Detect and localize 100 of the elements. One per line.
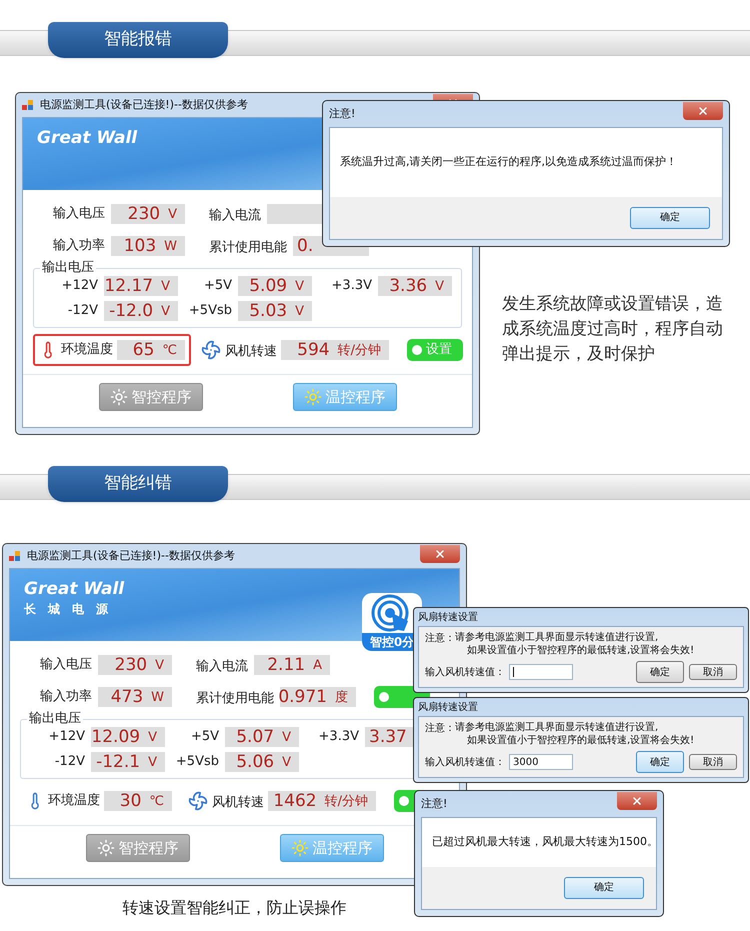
value-text: 5.07 [236,728,274,746]
window-title: 电源监测工具(设备已连接!)--数据仅供参考 [27,548,235,564]
value-text: 5.09 [249,278,288,294]
sun-icon [110,388,128,406]
dialog-title: 注意! [421,796,448,812]
value-text: 12.09 [91,728,140,746]
note-text: 请参考电源监测工具界面显示转速值进行设置, [455,631,660,644]
unit-label: 转/分钟 [324,794,368,808]
ok-button[interactable]: 确定 [636,661,684,683]
unit-label: V [295,280,304,292]
section-heading: 智能报错 [48,22,228,58]
unit-label: V [148,756,157,768]
field-label: 输入电压 [39,657,92,673]
dialog-message: 已超过风机最大转速，风机最大转速为1500。 [431,834,656,850]
field-label: 风机转速 [212,795,264,810]
field-label: 输入风机转速值： [425,756,505,770]
dialog-title: 风扇转速设置 [418,700,478,714]
section-heading: 智能纠错 [48,466,228,502]
note-text: 如果设置值小于智控程序的最低转速,设置将会失效! [466,644,694,657]
window-title: 电源监测工具(设备已连接!)--数据仅供参考 [40,96,248,113]
unit-label: W [164,240,177,252]
note-label: 注意： [425,632,455,646]
field-label: 输入电流 [196,659,248,674]
field-label: +5Vsb [174,754,219,770]
ok-button[interactable]: 确定 [630,206,710,228]
field-label: 环境温度 [48,793,100,809]
value-text: 3.37 [369,728,407,746]
close-button[interactable] [683,102,723,120]
description-text: 发生系统故障或设置错误，造成系统温度过高时，程序自动弹出提示，及时保护 [502,293,724,366]
app-icon [9,550,21,562]
unit-label: 转/分钟 [338,344,381,356]
field-label: 环境温度 [61,342,114,358]
field-label: -12V [66,303,98,319]
dialog-message: 系统温升过高,请关闭一些正在运行的程序,以免造成系统过温而保护！ [339,154,678,170]
field-label: +12V [48,729,85,745]
note-text: 如果设置值小于智控程序的最低转速,设置将会失效! [466,734,694,747]
unit-label: V [161,280,170,292]
unit-label: A [313,658,322,672]
value-text: 2.11 [267,656,306,674]
field-label: 累计使用电能 [196,691,274,706]
sun-icon [96,839,114,857]
value-text: 594 [297,342,330,358]
unit-label: V [295,304,304,318]
close-button[interactable] [420,545,460,563]
fan-icon [201,340,221,360]
sun-icon [290,839,308,857]
unit-label: W [151,690,164,704]
value-text: 230 [114,656,148,674]
unit-label: 度 [335,690,348,704]
brand-logo: Great Wall [24,581,124,598]
value-text: 0.971 [278,688,327,706]
app-icon [22,99,34,111]
group-label: 输出电压 [28,711,82,727]
unit-label: ℃ [149,794,164,808]
field-label: +3.3V [318,729,359,745]
field-label: -12V [54,754,85,770]
field-label: +3.3V [330,278,372,294]
close-icon [631,795,643,807]
caption: 转速设置智能纠正，防止误操作 [122,897,346,919]
value-text: 30 [120,792,142,810]
value-text: -12.0 [109,302,154,320]
value-text: 65 [132,342,154,358]
field-label: +12V [60,278,98,294]
unit-label: V [282,730,291,744]
close-icon [697,105,709,117]
value-text: -12.1 [96,754,140,770]
value-text: 103 [124,238,156,254]
unit-label: V [155,658,164,672]
unit-label: V [168,208,177,220]
dialog-title: 风扇转速设置 [418,610,478,624]
brand-subtitle: 长城电源 [24,601,120,618]
field-label: 输入电压 [52,206,105,222]
value-text: 473 [110,688,144,706]
unit-label: V [148,730,157,744]
field-label: 输入功率 [52,238,105,254]
close-button[interactable] [617,792,657,810]
field-label: 风机转速 [225,344,277,359]
value-text: 5.06 [236,754,274,770]
value-text: 3.36 [389,278,428,294]
dialog-title: 注意! [329,106,356,122]
fan-icon [188,791,208,811]
cancel-button[interactable]: 取消 [689,664,737,680]
field-label: 输入功率 [39,689,92,705]
text-caret [513,667,514,677]
unit-label: V [161,304,170,318]
field-label: 累计使用电能 [209,240,287,255]
cancel-button[interactable]: 取消 [689,754,737,770]
sun-icon [304,388,322,406]
ok-button[interactable]: 确定 [636,751,684,773]
value-text: 0. [297,238,314,254]
field-label: +5V [190,729,219,745]
input-value: 3000 [513,756,538,770]
ok-button[interactable]: 确定 [564,876,644,898]
field-label: +5V [202,278,232,294]
value-text: 5.03 [249,302,288,320]
input-field[interactable] [509,664,573,680]
note-text: 请参考电源监测工具界面显示转速值进行设置, [455,721,660,734]
unit-label: V [435,280,444,292]
input-field[interactable]: 3000 [509,754,573,770]
brand-logo: Great Wall [37,130,138,147]
